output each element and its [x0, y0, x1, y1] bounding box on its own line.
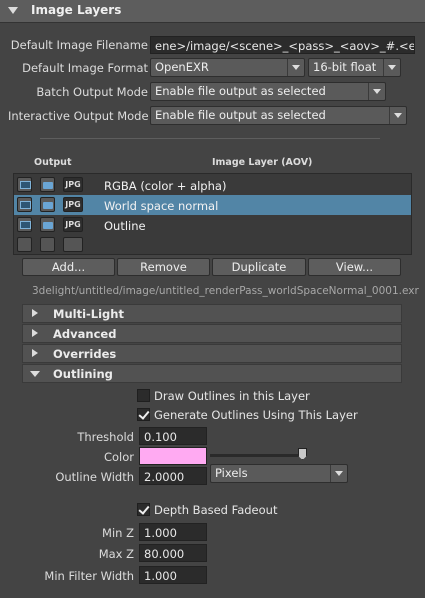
jpg-format-icon[interactable]: JPG	[63, 197, 83, 212]
generate-outlines-checkbox[interactable]	[137, 408, 150, 421]
interactive-output-dropdown[interactable]: Enable file output as selected	[150, 106, 407, 125]
width-unit-dropdown[interactable]: Pixels	[210, 464, 348, 483]
filename-label: Default Image Filename	[10, 38, 148, 52]
image-layers-panel: Image Layers Default Image Filename ene>…	[0, 0, 425, 598]
outline-width-field[interactable]: 2.0000	[139, 467, 207, 485]
max-z-field[interactable]: 80.000	[139, 544, 207, 562]
layer-label: RGBA (color + alpha)	[104, 179, 227, 193]
section-title: Advanced	[53, 327, 117, 341]
batch-output-label: Batch Output Mode	[36, 85, 148, 99]
color-slider-track[interactable]	[210, 454, 306, 457]
monitor-icon[interactable]	[17, 177, 32, 192]
chevron-down-icon	[383, 59, 400, 76]
threshold-field[interactable]: 0.100	[139, 427, 207, 445]
chevron-down-icon	[287, 59, 304, 76]
color-swatch[interactable]	[139, 447, 207, 465]
generate-outlines-label: Generate Outlines Using This Layer	[154, 408, 358, 422]
format-dropdown[interactable]: OpenEXR	[150, 58, 305, 77]
color-label: Color	[103, 450, 134, 464]
output-column-header: Output	[34, 157, 72, 168]
folder-icon[interactable]	[40, 197, 55, 212]
section-title: Outlining	[53, 367, 113, 381]
section-outlining[interactable]: Outlining	[22, 364, 402, 383]
filename-field[interactable]: ene>/image/<scene>_<pass>_<aov>_#.<ext>	[150, 36, 415, 54]
layer-column-header: Image Layer (AOV)	[212, 157, 313, 168]
add-button[interactable]: Add...	[22, 258, 115, 276]
jpg-format-icon[interactable]: JPG	[63, 217, 83, 232]
empty-slot-icon[interactable]	[40, 237, 55, 252]
section-title: Multi-Light	[53, 307, 124, 321]
min-z-label: Min Z	[102, 526, 134, 540]
bit-depth-dropdown[interactable]: 16-bit float	[308, 58, 401, 77]
section-title: Overrides	[53, 347, 117, 361]
section-advanced[interactable]: Advanced	[22, 324, 402, 343]
chevron-right-icon	[32, 309, 38, 317]
interactive-output-label: Interactive Output Mode	[8, 109, 149, 123]
outline-width-label: Outline Width	[55, 470, 134, 484]
threshold-label: Threshold	[77, 430, 134, 444]
layer-label: Outline	[104, 219, 146, 233]
divider	[40, 138, 380, 139]
layer-row[interactable]: JPG Outline	[14, 215, 411, 235]
view-button[interactable]: View...	[308, 258, 401, 276]
chevron-right-icon	[32, 329, 38, 337]
max-z-label: Max Z	[98, 547, 134, 561]
batch-output-dropdown[interactable]: Enable file output as selected	[150, 82, 386, 101]
jpg-format-icon[interactable]: JPG	[63, 177, 83, 192]
monitor-icon[interactable]	[17, 217, 32, 232]
chevron-down-icon	[389, 107, 406, 124]
image-layer-list[interactable]: JPG RGBA (color + alpha) JPG World space…	[13, 173, 412, 255]
monitor-icon[interactable]	[17, 197, 32, 212]
layer-row-selected[interactable]: JPG World space normal	[14, 195, 411, 215]
empty-slot-icon[interactable]	[63, 237, 83, 252]
image-layers-header[interactable]: Image Layers	[0, 0, 425, 23]
min-z-field[interactable]: 1.000	[139, 523, 207, 541]
folder-icon[interactable]	[40, 217, 55, 232]
folder-icon[interactable]	[40, 177, 55, 192]
draw-outlines-label: Draw Outlines in this Layer	[154, 389, 310, 403]
chevron-down-icon	[330, 465, 347, 482]
chevron-right-icon	[32, 349, 38, 357]
section-overrides[interactable]: Overrides	[22, 344, 402, 363]
layer-label: World space normal	[104, 199, 219, 213]
interactive-output-value: Enable file output as selected	[155, 108, 326, 122]
layer-row[interactable]: JPG RGBA (color + alpha)	[14, 175, 411, 195]
section-multi-light[interactable]: Multi-Light	[22, 304, 402, 323]
chevron-down-icon	[30, 371, 40, 377]
color-slider-handle[interactable]	[298, 448, 307, 460]
width-unit-value: Pixels	[215, 466, 248, 480]
duplicate-button[interactable]: Duplicate	[212, 258, 306, 276]
format-label: Default Image Format	[22, 61, 148, 75]
collapse-triangle-icon[interactable]	[8, 7, 18, 14]
empty-slot-icon[interactable]	[17, 237, 32, 252]
output-path-text: 3delight/untitled/image/untitled_renderP…	[32, 285, 419, 297]
format-dropdown-value: OpenEXR	[155, 60, 209, 74]
layer-row-empty[interactable]	[14, 235, 411, 255]
depth-fadeout-label: Depth Based Fadeout	[154, 503, 278, 517]
batch-output-value: Enable file output as selected	[155, 84, 326, 98]
min-filter-width-label: Min Filter Width	[44, 569, 134, 583]
bit-depth-value: 16-bit float	[313, 60, 377, 74]
remove-button[interactable]: Remove	[117, 258, 210, 276]
draw-outlines-checkbox[interactable]	[137, 389, 150, 402]
chevron-down-icon	[368, 83, 385, 100]
depth-fadeout-checkbox[interactable]	[137, 503, 150, 516]
min-filter-width-field[interactable]: 1.000	[139, 566, 207, 584]
panel-title: Image Layers	[31, 3, 122, 17]
